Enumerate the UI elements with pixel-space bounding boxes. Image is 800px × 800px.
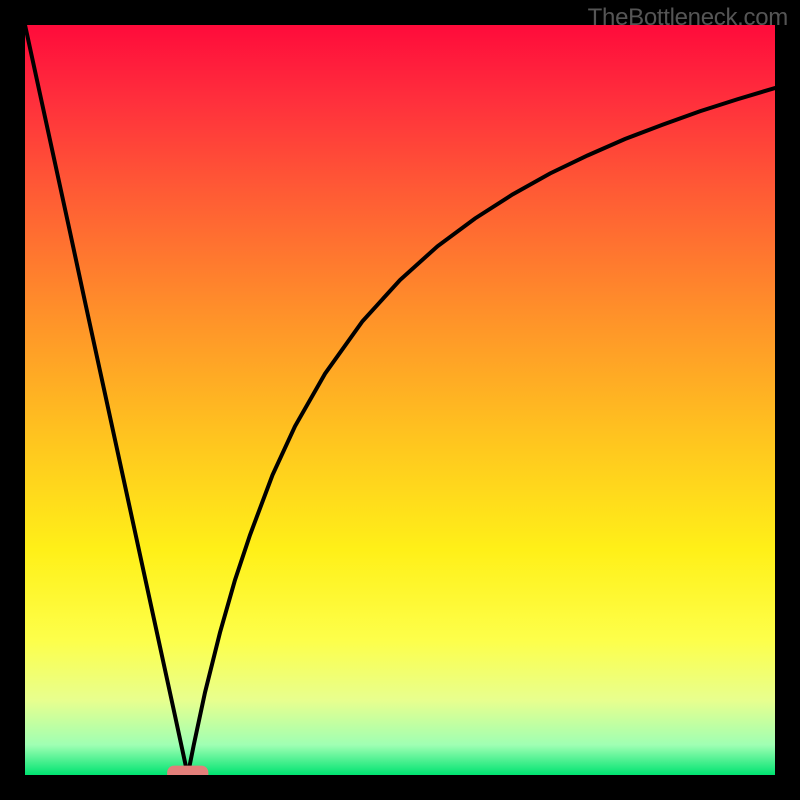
chart-background — [25, 25, 775, 775]
minimum-marker — [167, 766, 208, 775]
chart-frame: TheBottleneck.com — [0, 0, 800, 800]
watermark-text: TheBottleneck.com — [588, 4, 788, 32]
bottleneck-chart — [25, 25, 775, 775]
